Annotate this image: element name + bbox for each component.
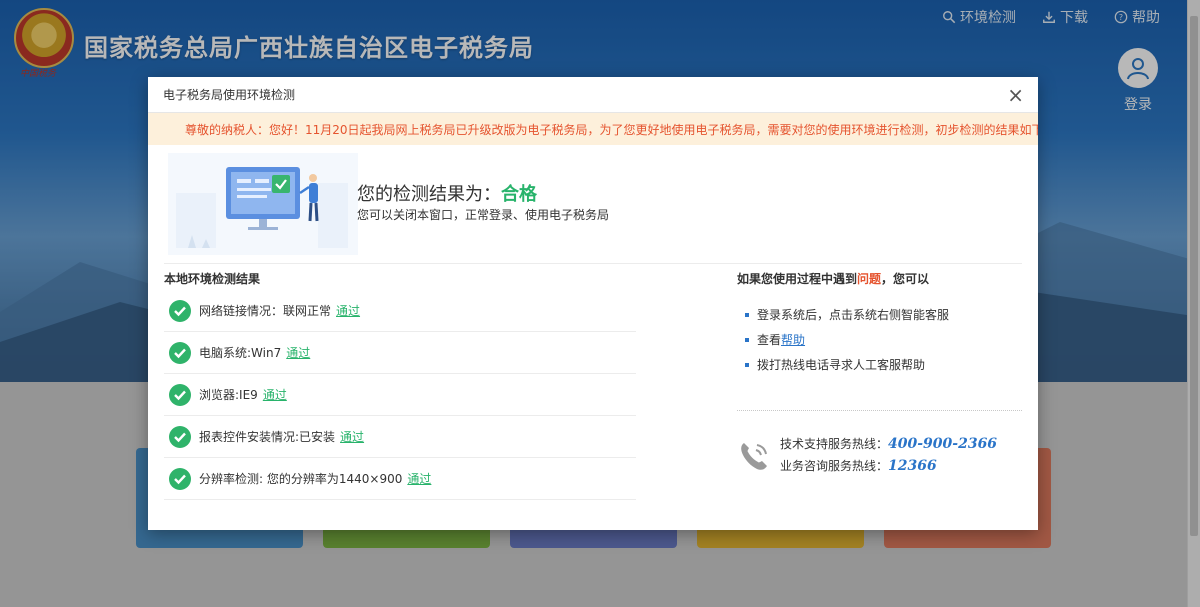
help-item-text: 查看	[757, 333, 782, 347]
check-row: 电脑系统:Win7 通过	[164, 332, 636, 374]
help-heading-suffix: ，您可以	[881, 272, 930, 286]
local-check-panel: 本地环境检测结果 网络链接情况：联网正常 通过 电脑系统:Win7 通过 浏览器…	[164, 268, 636, 500]
check-circle-icon	[169, 383, 191, 406]
phone-icon	[741, 443, 767, 470]
help-item: 登录系统后，点击系统右侧智能客服	[737, 302, 1022, 327]
hotline-tech: 技术支持服务热线：400-900-2366	[780, 435, 997, 452]
help-heading-accent: 问题	[857, 272, 882, 286]
check-row: 浏览器:IE9 通过	[164, 374, 636, 416]
help-item-text: 登录系统后，点击系统右侧智能客服	[757, 308, 950, 322]
result-subtitle: 您可以关闭本窗口，正常登录、使用电子税务局	[357, 208, 610, 222]
help-heading-prefix: 如果您使用过程中遇到	[737, 272, 858, 286]
dialog-title: 电子税务局使用环境检测	[163, 88, 296, 102]
help-item-text: 拨打热线电话寻求人工客服帮助	[757, 358, 926, 372]
hotline-label: 业务咨询服务热线：	[780, 459, 889, 473]
check-label: 报表控件安装情况:已安装	[199, 430, 336, 444]
hotline-business: 业务咨询服务热线：12366	[780, 457, 937, 474]
pass-link[interactable]: 通过	[286, 344, 310, 361]
pass-link[interactable]: 通过	[340, 428, 364, 445]
dialog-header: 电子税务局使用环境检测 ×	[148, 77, 1038, 113]
pass-link[interactable]: 通过	[336, 302, 360, 319]
hotline-label: 技术支持服务热线：	[780, 437, 889, 451]
result-value: 合格	[501, 184, 537, 205]
result-title: 您的检测结果为：合格	[357, 180, 537, 206]
pass-link[interactable]: 通过	[263, 386, 287, 403]
hotline-box: 技术支持服务热线：400-900-2366 业务咨询服务热线：12366	[737, 435, 1022, 479]
check-row: 报表控件安装情况:已安装 通过	[164, 416, 636, 458]
check-row: 分辨率检测: 您的分辨率为1440×900 通过	[164, 458, 636, 500]
check-circle-icon	[169, 341, 191, 364]
check-label: 网络链接情况：联网正常	[199, 304, 332, 318]
check-label: 浏览器:IE9	[199, 388, 258, 402]
bullet-icon	[745, 362, 749, 367]
hotline-number[interactable]: 12366	[888, 458, 937, 474]
pass-link[interactable]: 通过	[407, 470, 431, 487]
help-item: 拨打热线电话寻求人工客服帮助	[737, 352, 1022, 377]
bullet-icon	[745, 337, 749, 342]
check-label: 电脑系统:Win7	[199, 346, 282, 360]
dotted-divider	[737, 410, 1022, 411]
help-heading: 如果您使用过程中遇到问题，您可以	[737, 268, 1022, 290]
hotline-number[interactable]: 400-900-2366	[888, 436, 997, 452]
check-row: 网络链接情况：联网正常 通过	[164, 290, 636, 332]
bullet-icon	[745, 312, 749, 317]
help-panel: 如果您使用过程中遇到问题，您可以 登录系统后，点击系统右侧智能客服 查看 帮助 拨…	[737, 268, 1022, 474]
check-circle-icon	[169, 299, 191, 322]
checks-heading: 本地环境检测结果	[164, 272, 261, 286]
section-divider	[164, 263, 1022, 264]
result-prefix: 您的检测结果为：	[357, 184, 501, 205]
check-circle-icon	[169, 425, 191, 448]
monitor-illustration	[168, 153, 358, 255]
help-link[interactable]: 帮助	[781, 331, 805, 348]
environment-check-dialog: 电子税务局使用环境检测 × 尊敬的纳税人：您好！11月20日起我局网上税务局已升…	[148, 77, 1038, 530]
help-item: 查看 帮助	[737, 327, 1022, 352]
result-area: 您的检测结果为：合格 您可以关闭本窗口，正常登录、使用电子税务局	[148, 145, 1038, 263]
check-label: 分辨率检测: 您的分辨率为1440×900	[199, 472, 403, 486]
notice-banner: 尊敬的纳税人：您好！11月20日起我局网上税务局已升级改版为电子税务局，为了您更…	[148, 113, 1038, 145]
help-list: 登录系统后，点击系统右侧智能客服 查看 帮助 拨打热线电话寻求人工客服帮助	[737, 302, 1022, 377]
close-icon[interactable]: ×	[1007, 85, 1024, 105]
check-circle-icon	[169, 467, 191, 490]
